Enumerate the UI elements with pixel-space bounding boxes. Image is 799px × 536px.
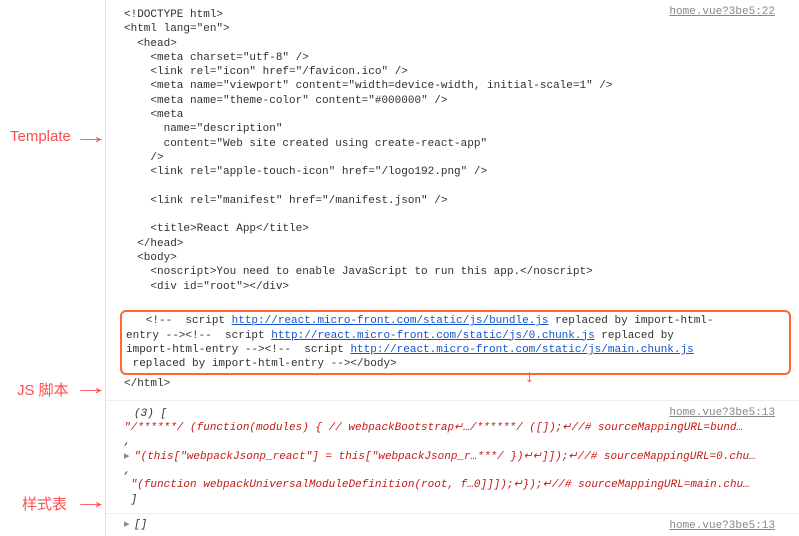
code-line: <title>React App</title> (124, 222, 787, 236)
code-line: <!-- script http://react.micro-front.com… (126, 314, 785, 328)
expand-icon[interactable] (124, 407, 134, 421)
code-line: <meta (124, 108, 787, 122)
code-line: /> (124, 151, 787, 165)
code-line: <link rel="apple-touch-icon" href="/logo… (124, 165, 787, 179)
arrow-icon: → (80, 127, 102, 150)
js-block: home.vue?3be5:13 (3) [ "/******/ (functi… (106, 401, 799, 514)
code-line: <body> (124, 251, 787, 265)
url-link[interactable]: http://react.micro-front.com/static/js/m… (350, 344, 693, 356)
url-link[interactable]: http://react.micro-front.com/static/js/0… (271, 330, 594, 342)
code-line: <meta name="viewport" content="width=dev… (124, 79, 787, 93)
css-label: 样式表 (22, 493, 67, 514)
console-output: ↓ home.vue?3be5:22 <!DOCTYPE html> <html… (105, 0, 799, 536)
code-line: entry --><!-- script http://react.micro-… (126, 329, 785, 343)
code-line: </html> (124, 377, 787, 391)
code-line (124, 180, 787, 194)
template-block: home.vue?3be5:22 <!DOCTYPE html> <html l… (106, 0, 799, 401)
source-link[interactable]: home.vue?3be5:22 (669, 6, 775, 18)
code-line: <link rel="manifest" href="/manifest.jso… (124, 194, 787, 208)
css-block: home.vue?3be5:13 ▸[] (106, 514, 799, 536)
code-line: <div id="root"></div> (124, 280, 787, 294)
arrow-icon: → (80, 378, 102, 401)
js-label: JS 脚本 (17, 379, 69, 400)
expand-icon[interactable]: ▸ (124, 518, 134, 532)
comma: , (124, 464, 787, 478)
expand-icon[interactable]: ▸ (124, 450, 134, 464)
code-line: <meta charset="utf-8" /> (124, 51, 787, 65)
code-line (124, 294, 787, 308)
js-string: "(function webpackUniversalModuleDefinit… (124, 478, 787, 492)
comma: , (124, 435, 787, 449)
highlighted-scripts: <!-- script http://react.micro-front.com… (120, 310, 791, 375)
code-line: <head> (124, 37, 787, 51)
code-line: name="description" (124, 122, 787, 136)
code-line: <html lang="en"> (124, 22, 787, 36)
url-link[interactable]: http://react.micro-front.com/static/js/b… (232, 315, 549, 327)
source-link[interactable]: home.vue?3be5:13 (669, 520, 775, 532)
code-line: import-html-entry --><!-- script http://… (126, 343, 785, 357)
source-link[interactable]: home.vue?3be5:13 (669, 407, 775, 419)
code-line (124, 208, 787, 222)
code-line: <link rel="icon" href="/favicon.ico" /> (124, 65, 787, 79)
code-line: <meta name="theme-color" content="#00000… (124, 94, 787, 108)
code-line: </head> (124, 237, 787, 251)
code-line: content="Web site created using create-r… (124, 137, 787, 151)
code-line: replaced by import-html-entry --></body> (126, 357, 785, 371)
arrow-icon: → (80, 492, 102, 515)
js-string: "/******/ (function(modules) { // webpac… (124, 421, 787, 435)
js-string[interactable]: ▸"(this["webpackJsonp_react"] = this["we… (124, 450, 787, 464)
template-label: Template (10, 128, 71, 145)
code-line: <noscript>You need to enable JavaScript … (124, 265, 787, 279)
array-end: ] (124, 493, 787, 507)
